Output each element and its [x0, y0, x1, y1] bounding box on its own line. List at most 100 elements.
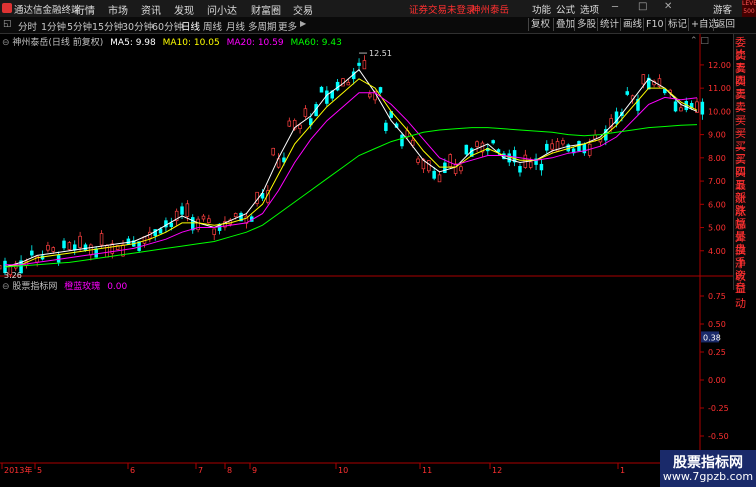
candle-body — [72, 244, 77, 251]
candle-body — [507, 153, 511, 163]
candle-body — [94, 248, 98, 258]
candle-body — [378, 87, 383, 93]
sub-tick-label: 0.50 — [708, 320, 726, 329]
menu-hangqing[interactable]: 行情 — [75, 2, 95, 17]
high-price-label: 12.51 — [369, 49, 392, 58]
candle-body — [384, 122, 388, 131]
app-logo-icon — [2, 3, 12, 13]
guest-label: 游客 — [713, 5, 733, 16]
candle-body — [46, 244, 50, 251]
window-restore-icon[interactable]: □ — [638, 1, 647, 12]
candle-body — [453, 163, 458, 174]
candle-body — [491, 140, 495, 144]
x-tick-label: 11 — [422, 466, 432, 475]
auto-scale-label[interactable]: 自动 — [735, 279, 756, 311]
candle-body — [700, 101, 705, 115]
candle-body — [271, 147, 275, 156]
multi-stock-button[interactable]: 多股 — [574, 18, 598, 31]
candle-body — [518, 166, 522, 173]
restore-rights-button[interactable]: 复权 — [528, 18, 552, 31]
y-tick-label: 4.00 — [708, 247, 726, 256]
candle-body — [641, 74, 646, 85]
period-weekly[interactable]: 周线 — [203, 19, 222, 33]
menu-jiaoyi[interactable]: 交易 — [293, 2, 313, 17]
period-30min[interactable]: 30分钟 — [122, 19, 153, 33]
candle-body — [625, 91, 630, 95]
chart-settings-icon[interactable]: ⌃ □ — [690, 36, 709, 46]
period-monthly[interactable]: 月线 — [226, 19, 245, 33]
period-fenshi[interactable]: 分时 — [18, 19, 37, 33]
level-badge: LEVEL 500 — [742, 0, 756, 17]
candle-body — [30, 250, 34, 256]
period-daily[interactable]: 日线 — [181, 19, 200, 33]
candle-body — [99, 233, 104, 246]
period-multi[interactable]: 多周期 — [248, 19, 277, 33]
candle-body — [437, 174, 442, 183]
menu-caifuquan[interactable]: 财富圈 — [251, 2, 281, 17]
period-5min[interactable]: 5分钟 — [67, 19, 92, 33]
menu-xuanxiang[interactable]: 选项 — [580, 2, 599, 16]
f10-button[interactable]: F10 — [643, 18, 666, 31]
window-min-icon[interactable]: ─ — [612, 2, 618, 13]
draw-line-button[interactable]: 画线 — [620, 18, 644, 31]
candle-body — [126, 238, 131, 245]
window-close-icon[interactable]: ✕ — [664, 1, 672, 12]
menu-faxian[interactable]: 发现 — [174, 2, 194, 17]
period-15min[interactable]: 15分钟 — [92, 19, 123, 33]
candle-body — [51, 247, 56, 252]
login-status[interactable]: 证券交易未登录 — [409, 2, 476, 16]
menu-zixun[interactable]: 资讯 — [141, 2, 161, 17]
x-tick-label: 8 — [227, 466, 232, 475]
candle-body — [427, 160, 431, 172]
menu-gongneng[interactable]: 功能 — [532, 2, 551, 16]
app-title: 通达信金融终端 — [14, 5, 81, 16]
candle-body — [346, 82, 351, 86]
candle-body — [416, 158, 420, 163]
statistics-button[interactable]: 统计 — [597, 18, 621, 31]
menu-gongshi[interactable]: 公式 — [556, 2, 575, 16]
candle-body — [287, 120, 292, 127]
sub-marker-value: 0.38 — [703, 333, 721, 342]
candle-body — [0, 265, 2, 270]
y-tick-label: 6.00 — [708, 200, 726, 209]
period-more[interactable]: 更多 — [278, 19, 297, 33]
candle-body — [368, 93, 372, 98]
chart-collapse-icon[interactable]: ⊖ — [2, 38, 12, 48]
current-stock-name: 神州泰岳 — [471, 5, 510, 16]
candle-body — [319, 86, 324, 93]
y-tick-label: 5.00 — [708, 224, 726, 233]
y-tick-label: 9.00 — [708, 131, 726, 140]
candle-body — [303, 108, 308, 117]
candle-body — [539, 163, 544, 171]
y-tick-label: 11.00 — [708, 84, 731, 93]
candle-body — [475, 141, 479, 148]
mark-button[interactable]: 标记 — [665, 18, 689, 31]
chart-title: 神州泰岳(日线 前复权) — [12, 38, 104, 48]
y-tick-label: 8.00 — [708, 154, 726, 163]
candle-body — [582, 144, 587, 154]
menu-shichang[interactable]: 市场 — [108, 2, 128, 17]
period-60min[interactable]: 60分钟 — [152, 19, 183, 33]
sub-collapse-icon[interactable]: ⊖ — [2, 282, 12, 292]
candle-body — [550, 143, 554, 150]
candle-body — [191, 217, 195, 231]
x-tick-label: 2013年 — [4, 465, 32, 475]
y-tick-label: 10.00 — [708, 107, 731, 116]
ma10-label: MA10: 10.05 — [162, 38, 220, 48]
candle-body — [201, 215, 206, 220]
more-arrow-icon[interactable]: ▶ — [300, 19, 306, 28]
candle-body — [62, 240, 66, 249]
candle-body — [233, 213, 238, 218]
ma-line-ma10 — [4, 78, 698, 268]
ma-line-ma60 — [4, 124, 698, 268]
period-1min[interactable]: 1分钟 — [41, 19, 66, 33]
candle-body — [400, 134, 404, 147]
back-button[interactable]: 返回 — [713, 18, 737, 31]
menu-wenxiaoda[interactable]: 问小达 — [207, 2, 237, 17]
candle-body — [67, 242, 72, 250]
kline-toggle-icon[interactable]: ◱ — [3, 19, 12, 29]
candle-body — [185, 203, 190, 217]
kline-chart[interactable]: 12.0011.0010.009.008.007.006.005.004.001… — [0, 34, 733, 475]
y-tick-label: 12.00 — [708, 61, 731, 70]
candle-body — [298, 124, 302, 130]
